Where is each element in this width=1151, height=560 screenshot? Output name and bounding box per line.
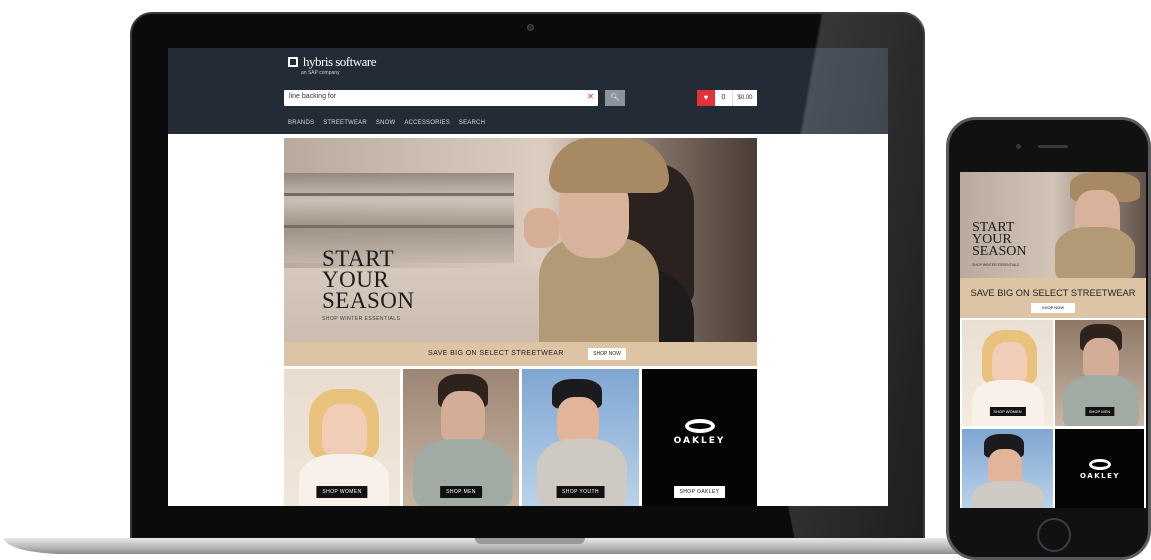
promo-shop-now-button[interactable]: SHOP NOW: [588, 348, 626, 360]
nav-item-accessories[interactable]: ACCESSORIES: [404, 120, 450, 126]
tile-oakley[interactable]: OAKLEY SHOP OAKLEY: [642, 369, 757, 506]
mobile-hero-banner[interactable]: START YOUR SEASON SHOP WINTER ESSENTIALS: [960, 172, 1146, 282]
mobile-tile-women[interactable]: SHOP WOMEN: [962, 320, 1053, 426]
nav-item-streetwear[interactable]: STREETWEAR: [323, 120, 367, 126]
mobile-oakley-ellipse-icon: [1089, 459, 1111, 470]
hero-title-line1: START: [322, 246, 395, 271]
laptop-notch: [475, 538, 585, 544]
women-model-face: [322, 404, 367, 454]
mobile-oakley-wordmark: OAKLEY: [1080, 472, 1120, 480]
mobile-men-face: [1083, 338, 1119, 378]
phone-screen: START YOUR SEASON SHOP WINTER ESSENTIALS…: [960, 172, 1146, 508]
promo-text: SAVE BIG ON SELECT STREETWEAR: [428, 350, 564, 357]
site-header: hybris software an SAP company line back…: [168, 48, 888, 134]
logo-tagline: an SAP company: [301, 70, 340, 76]
mobile-women-sweater: [972, 380, 1044, 426]
device-mockup: hybris software an SAP company line back…: [0, 0, 1151, 560]
phone-home-button[interactable]: [1037, 518, 1071, 552]
mobile-promo-text: SAVE BIG ON SELECT STREETWEAR: [970, 288, 1136, 298]
cart-icon: ♥: [703, 93, 709, 102]
youth-model-face: [557, 397, 599, 442]
hero-model-image: [519, 138, 694, 366]
mobile-hero-title: START YOUR SEASON: [972, 221, 1027, 259]
nav-item-brands[interactable]: BRANDS: [288, 120, 314, 126]
nav-item-search[interactable]: SEARCH: [459, 120, 485, 126]
cart-count: 0: [715, 90, 733, 106]
hero-hat: [549, 138, 669, 193]
hero-subtitle: SHOP WINTER ESSENTIALS: [322, 316, 401, 322]
mobile-hero-line3: SEASON: [972, 244, 1027, 259]
mobile-tile-youth[interactable]: [962, 429, 1053, 508]
clear-icon[interactable]: ✕: [587, 92, 594, 101]
search-value: line backing for: [289, 93, 337, 100]
phone-speaker: [1038, 145, 1068, 148]
mobile-promo-band: SAVE BIG ON SELECT STREETWEAR SHOP NOW: [960, 278, 1146, 318]
mobile-shop-now-button[interactable]: SHOP NOW: [1031, 303, 1075, 313]
mobile-hero-scarf: [1055, 227, 1135, 282]
laptop-camera: [527, 24, 534, 31]
shop-oakley-button[interactable]: SHOP OAKLEY: [673, 486, 726, 498]
promo-band: SAVE BIG ON SELECT STREETWEAR SHOP NOW: [284, 342, 757, 366]
tile-youth[interactable]: SHOP YOUTH: [522, 369, 639, 506]
shop-women-button[interactable]: SHOP WOMEN: [316, 486, 368, 498]
hero-title: START YOUR SEASON: [322, 246, 415, 313]
oakley-ellipse-icon: [684, 419, 715, 433]
oakley-wordmark: OAKLEY: [673, 436, 726, 446]
mobile-women-face: [992, 342, 1027, 382]
shop-youth-button[interactable]: SHOP YOUTH: [556, 486, 605, 498]
laptop-screen: hybris software an SAP company line back…: [168, 48, 888, 506]
hero-hand: [524, 208, 559, 248]
search-button[interactable]: 🔍︎: [605, 90, 625, 106]
mobile-shop-women-button[interactable]: SHOP WOMEN: [989, 407, 1026, 416]
mobile-tile-men[interactable]: SHOP MEN: [1055, 320, 1144, 426]
logo-icon: [288, 57, 298, 67]
mobile-hero-subtitle: SHOP WINTER ESSENTIALS: [972, 263, 1020, 267]
men-model-face: [441, 391, 485, 441]
hero-banner[interactable]: START YOUR SEASON SHOP WINTER ESSENTIALS: [284, 138, 757, 366]
cart-button[interactable]: ♥: [697, 90, 715, 106]
cart-total: $0.00: [733, 90, 757, 106]
phone-camera: [1016, 144, 1021, 149]
oakley-logo: OAKLEY: [667, 419, 732, 446]
search-icon: 🔍︎: [610, 94, 620, 101]
women-model-sweater: [299, 454, 389, 506]
mobile-men-sweater: [1063, 375, 1139, 426]
nav-item-snow[interactable]: SNOW: [376, 120, 395, 126]
mobile-tile-oakley[interactable]: OAKLEY: [1055, 429, 1144, 508]
hero-title-line3: SEASON: [322, 288, 415, 313]
tile-men[interactable]: SHOP MEN: [403, 369, 519, 506]
mobile-oakley-logo: OAKLEY: [1065, 459, 1135, 480]
hero-title-line2: YOUR: [322, 267, 390, 292]
main-nav: BRANDS STREETWEAR SNOW ACCESSORIES SEARC…: [288, 120, 485, 126]
shop-men-button[interactable]: SHOP MEN: [440, 486, 482, 498]
mobile-shop-men-button[interactable]: SHOP MEN: [1084, 407, 1115, 416]
site-logo[interactable]: hybris software: [288, 54, 377, 70]
mobile-youth-face: [988, 449, 1022, 485]
logo-name: hybris software: [303, 54, 377, 69]
mobile-youth-shirt: [972, 481, 1044, 508]
tile-women[interactable]: SHOP WOMEN: [284, 369, 400, 506]
search-input[interactable]: line backing for ✕: [284, 90, 598, 106]
